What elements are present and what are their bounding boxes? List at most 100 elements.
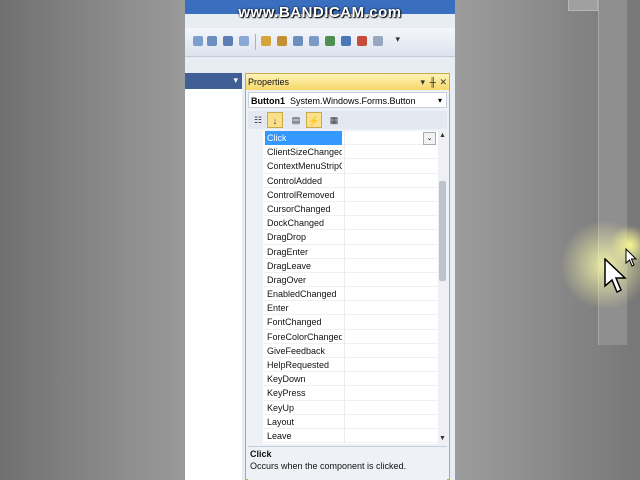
event-row[interactable]: FontChanged (263, 315, 439, 330)
center-vertically-icon[interactable] (341, 36, 351, 46)
event-handler-value[interactable] (344, 301, 439, 316)
event-handler-value[interactable] (344, 287, 439, 302)
align-middle-icon[interactable] (207, 36, 217, 46)
description-text: Occurs when the component is clicked. (250, 461, 407, 471)
event-handler-value[interactable] (344, 258, 439, 273)
event-name: Click (265, 131, 342, 145)
event-handler-value[interactable] (344, 145, 439, 160)
background-left (0, 0, 185, 480)
event-handler-value[interactable] (344, 201, 439, 216)
horizontal-spacing-icon[interactable] (293, 36, 303, 46)
event-handler-value[interactable] (344, 329, 439, 344)
event-row[interactable]: Layout (263, 414, 439, 429)
event-handler-value[interactable] (344, 216, 439, 231)
properties-view-icon[interactable]: ▤ (288, 112, 304, 128)
event-row[interactable]: ClientSizeChanged (263, 145, 439, 160)
chevron-down-icon[interactable]: ▾ (233, 75, 238, 86)
pin-icon[interactable]: ╫ (430, 74, 436, 90)
event-row[interactable]: DragDrop (263, 230, 439, 245)
event-name: GiveFeedback (267, 345, 326, 356)
object-selector[interactable]: Button1 System.Windows.Forms.Button ▾ (248, 92, 447, 108)
event-name: ForeColorChanged (267, 331, 342, 342)
event-handler-value[interactable] (344, 272, 439, 287)
event-row[interactable]: ForeColorChanged (263, 329, 439, 344)
event-handler-value[interactable] (344, 230, 439, 245)
event-handler-value[interactable] (344, 386, 439, 401)
grid-gutter (248, 131, 263, 444)
chevron-down-icon[interactable]: ⌄ (423, 132, 436, 145)
event-name: Leave (267, 430, 292, 441)
align-top-icon[interactable] (239, 36, 249, 46)
event-handler-value[interactable] (344, 428, 439, 443)
event-handler-value[interactable] (344, 159, 439, 174)
scroll-up-icon[interactable]: ▲ (438, 131, 447, 141)
vertical-scrollbar[interactable]: ▲ ▼ (438, 131, 447, 444)
event-name: Layout (267, 416, 295, 427)
layout-toolbar: ▾ (185, 28, 455, 57)
close-icon[interactable]: ✕ (439, 74, 447, 90)
object-type: System.Windows.Forms.Button (290, 96, 416, 106)
event-row[interactable]: DragLeave (263, 258, 439, 273)
event-row[interactable]: CursorChanged (263, 201, 439, 217)
toolbar-overflow-icon[interactable]: ▾ (395, 34, 400, 45)
event-handler-value[interactable] (344, 358, 439, 372)
event-row[interactable]: DockChanged (263, 216, 439, 231)
event-row[interactable]: KeyDown (263, 372, 439, 387)
event-handler-value[interactable] (344, 315, 439, 330)
event-name: Enter (267, 303, 289, 314)
property-pages-icon[interactable]: ▦ (326, 112, 342, 128)
event-name: CursorChanged (267, 203, 331, 214)
event-handler-value[interactable] (344, 244, 439, 259)
event-row[interactable]: Enter (263, 301, 439, 316)
object-name: Button1 (251, 96, 285, 106)
event-row[interactable]: Leave (263, 428, 439, 444)
event-handler-value[interactable]: ⌄ (344, 131, 439, 145)
event-row[interactable]: EnabledChanged (263, 287, 439, 302)
properties-title: Properties (248, 77, 290, 87)
mouse-cursor-icon (625, 248, 638, 267)
event-row[interactable]: ContextMenuStripC (263, 159, 439, 174)
event-handler-value[interactable] (344, 343, 439, 358)
event-row[interactable]: GiveFeedback (263, 343, 439, 358)
properties-toolbar: ☷ ↓ ▤ ⚡ ▦ (248, 111, 447, 129)
event-name: ControlAdded (267, 175, 323, 186)
designer-pane: ▾ (185, 73, 242, 480)
event-row[interactable]: ControlRemoved (263, 187, 439, 202)
toolbar-separator (255, 34, 256, 50)
description-title: Click (250, 449, 272, 459)
event-row[interactable]: Click ⌄ (263, 131, 439, 146)
event-row[interactable]: DragOver (263, 272, 439, 288)
event-row[interactable]: DragEnter (263, 244, 439, 259)
events-lightning-icon[interactable]: ⚡ (306, 112, 322, 128)
properties-title-bar: Properties ▾ ╫ ✕ (246, 74, 449, 90)
event-row[interactable]: KeyPress (263, 386, 439, 401)
align-icon[interactable] (193, 36, 203, 46)
event-name: DragOver (267, 274, 307, 285)
center-horizontally-icon[interactable] (325, 36, 335, 46)
designer-pane-header: ▾ (185, 73, 242, 89)
make-same-size-icon[interactable] (261, 36, 271, 46)
event-handler-value[interactable] (344, 173, 439, 188)
background-button (568, 0, 598, 11)
size-to-grid-icon[interactable] (277, 36, 287, 46)
event-handler-value[interactable] (344, 400, 439, 415)
events-list: Click ⌄ ClientSizeChanged ContextMenuStripC… (263, 131, 439, 444)
scroll-thumb[interactable] (439, 181, 446, 281)
alphabetical-icon[interactable]: ↓ (267, 112, 283, 128)
categorized-icon[interactable]: ☷ (250, 112, 266, 128)
align-right-icon[interactable] (223, 36, 233, 46)
send-to-back-icon[interactable] (373, 36, 383, 46)
dropdown-arrow-icon[interactable]: ▾ (420, 74, 425, 90)
event-handler-value[interactable] (344, 372, 439, 387)
event-handler-value[interactable] (344, 414, 439, 429)
chevron-down-icon[interactable]: ▾ (438, 93, 442, 109)
scroll-down-icon[interactable]: ▼ (438, 434, 447, 444)
vertical-spacing-icon[interactable] (309, 36, 319, 46)
event-row[interactable]: ControlAdded (263, 173, 439, 188)
event-handler-value[interactable] (344, 187, 439, 202)
event-name: EnabledChanged (267, 289, 337, 300)
event-row[interactable]: HelpRequested (263, 358, 439, 373)
event-name: ControlRemoved (267, 189, 335, 200)
bring-to-front-icon[interactable] (357, 36, 367, 46)
event-row[interactable]: KeyUp (263, 400, 439, 415)
